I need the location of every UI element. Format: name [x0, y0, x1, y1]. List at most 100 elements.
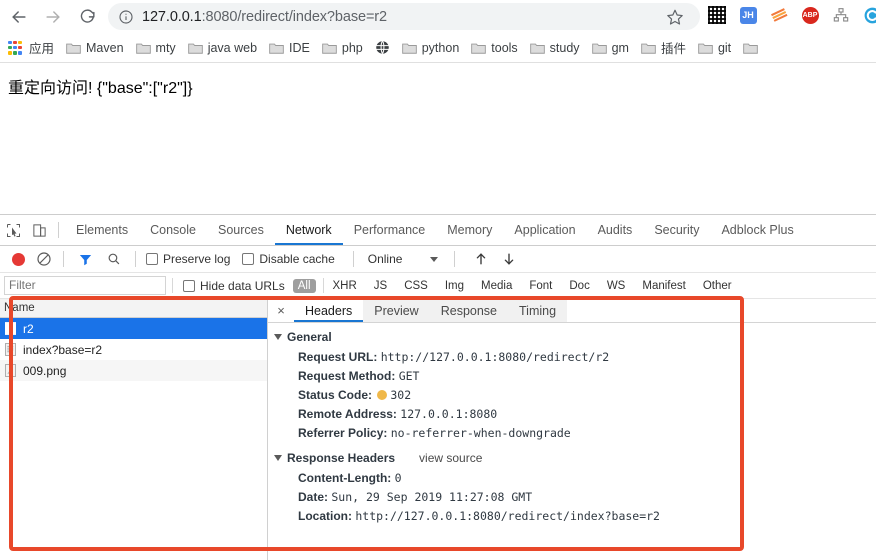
bookmark-plugins[interactable]: 插件 — [637, 36, 692, 59]
type-filter-img[interactable]: Img — [440, 279, 469, 293]
folder-icon — [530, 42, 545, 54]
hide-data-urls-checkbox[interactable]: Hide data URLs — [183, 279, 285, 293]
bookmark-git[interactable]: git — [694, 39, 737, 57]
disable-cache-checkbox[interactable]: Disable cache — [242, 252, 334, 266]
header-key: Location: — [298, 509, 352, 523]
request-name: r2 — [23, 322, 34, 336]
detail-tab-timing[interactable]: Timing — [508, 299, 567, 322]
device-toolbar-icon[interactable] — [26, 217, 52, 243]
bookmark-label: study — [550, 41, 580, 55]
reload-button[interactable] — [72, 2, 102, 32]
header-value: http://127.0.0.1:8080/redirect/r2 — [381, 350, 609, 364]
bookmark-label: 应用 — [29, 38, 54, 57]
header-value: http://127.0.0.1:8080/redirect/index?bas… — [355, 509, 660, 523]
request-list-header-name[interactable]: Name — [0, 299, 267, 318]
bookmark-ide[interactable]: IDE — [265, 39, 316, 57]
circle-c-extension-icon[interactable] — [861, 4, 876, 26]
bookmark-study[interactable]: study — [526, 39, 586, 57]
bookmark-apps[interactable]: 应用 — [29, 36, 60, 59]
address-bar[interactable]: 127.0.0.1:8080/redirect/index?base=r2 — [108, 3, 700, 30]
jh-extension-icon[interactable]: JH — [737, 4, 759, 26]
inspect-element-icon[interactable] — [0, 217, 26, 243]
bookmark-mty[interactable]: mty — [132, 39, 182, 57]
bookmark-gm[interactable]: gm — [588, 39, 635, 57]
bookmark-star-icon[interactable] — [666, 8, 686, 28]
tab-sources[interactable]: Sources — [207, 215, 275, 245]
tab-elements[interactable]: Elements — [65, 215, 139, 245]
response-headers-section-header[interactable]: Response Headers view source — [274, 451, 876, 465]
qr-code-extension-icon[interactable] — [706, 4, 728, 26]
type-filter-css[interactable]: CSS — [399, 279, 433, 293]
tab-console[interactable]: Console — [139, 215, 207, 245]
type-filter-js[interactable]: JS — [369, 279, 392, 293]
throttling-select[interactable]: Online — [368, 252, 403, 266]
filterbar-divider — [172, 278, 173, 293]
table-row[interactable]: index?base=r2 — [0, 339, 267, 360]
export-har-icon[interactable] — [501, 251, 517, 267]
bookmark-globe[interactable] — [371, 38, 396, 57]
toolbar-divider — [63, 251, 64, 267]
network-panes: Name r2 index?base=r2 — [0, 299, 876, 560]
table-row[interactable]: 009.png — [0, 360, 267, 381]
filter-input[interactable] — [4, 276, 166, 295]
clear-icon[interactable] — [36, 251, 52, 267]
toolbar-divider — [353, 251, 354, 267]
adblock-plus-extension-icon[interactable]: ABP — [799, 4, 821, 26]
preserve-log-checkbox[interactable]: Preserve log — [146, 252, 230, 266]
header-value: 0 — [395, 471, 402, 485]
general-section-header[interactable]: General — [274, 330, 876, 344]
header-key: Content-Length: — [298, 471, 391, 485]
tab-memory[interactable]: Memory — [436, 215, 503, 245]
detail-tab-response[interactable]: Response — [430, 299, 508, 322]
close-icon[interactable]: × — [268, 299, 294, 322]
type-filter-font[interactable]: Font — [524, 279, 557, 293]
forward-button[interactable] — [38, 2, 68, 32]
chevron-down-icon[interactable] — [430, 257, 438, 262]
devtools-panel: Elements Console Sources Network Perform… — [0, 214, 876, 560]
view-source-link[interactable]: view source — [419, 451, 482, 465]
type-filter-manifest[interactable]: Manifest — [637, 279, 690, 293]
document-icon — [5, 322, 16, 335]
bookmark-php[interactable]: php — [318, 39, 369, 57]
table-row[interactable]: r2 — [0, 318, 267, 339]
type-filter-all[interactable]: All — [293, 279, 316, 293]
tab-network[interactable]: Network — [275, 215, 343, 245]
back-button[interactable] — [4, 2, 34, 32]
network-toolbar: Preserve log Disable cache Online — [0, 246, 876, 273]
header-row: Referrer Policy: no-referrer-when-downgr… — [274, 423, 876, 442]
tab-adblock-plus[interactable]: Adblock Plus — [710, 215, 804, 245]
network-filter-bar: Hide data URLs All XHR JS CSS Img Media … — [0, 273, 876, 299]
browser-chrome: 127.0.0.1:8080/redirect/index?base=r2 JH — [0, 0, 876, 65]
type-filter-ws[interactable]: WS — [602, 279, 631, 293]
sitemap-extension-icon[interactable] — [830, 4, 852, 26]
tab-application[interactable]: Application — [503, 215, 586, 245]
bookmark-tools[interactable]: tools — [467, 39, 523, 57]
type-filter-doc[interactable]: Doc — [564, 279, 594, 293]
search-icon[interactable] — [107, 252, 121, 266]
status-badge — [377, 390, 387, 400]
type-filter-xhr[interactable]: XHR — [328, 279, 362, 293]
record-button-icon[interactable] — [12, 253, 25, 266]
tab-performance[interactable]: Performance — [343, 215, 437, 245]
image-icon — [5, 364, 16, 377]
info-circle-icon[interactable] — [118, 9, 134, 25]
bookmark-python[interactable]: python — [398, 39, 466, 57]
bookmark-java-web[interactable]: java web — [184, 39, 263, 57]
detail-tab-preview[interactable]: Preview — [363, 299, 429, 322]
browser-nav-row: 127.0.0.1:8080/redirect/index?base=r2 JH — [0, 0, 876, 33]
bookmark-maven[interactable]: Maven — [62, 39, 130, 57]
type-filter-media[interactable]: Media — [476, 279, 517, 293]
stripes-extension-icon[interactable] — [768, 4, 790, 26]
bookmark-label: java web — [208, 41, 257, 55]
apps-grid-icon[interactable] — [8, 41, 22, 55]
devtools-tabbar: Elements Console Sources Network Perform… — [0, 215, 876, 246]
folder-icon — [402, 42, 417, 54]
tab-audits[interactable]: Audits — [587, 215, 644, 245]
bookmark-overflow[interactable] — [739, 40, 769, 56]
detail-tab-headers[interactable]: Headers — [294, 299, 363, 322]
filter-icon[interactable] — [78, 252, 93, 267]
type-filter-other[interactable]: Other — [698, 279, 737, 293]
import-har-icon[interactable] — [473, 251, 489, 267]
tab-security[interactable]: Security — [643, 215, 710, 245]
folder-icon — [592, 42, 607, 54]
